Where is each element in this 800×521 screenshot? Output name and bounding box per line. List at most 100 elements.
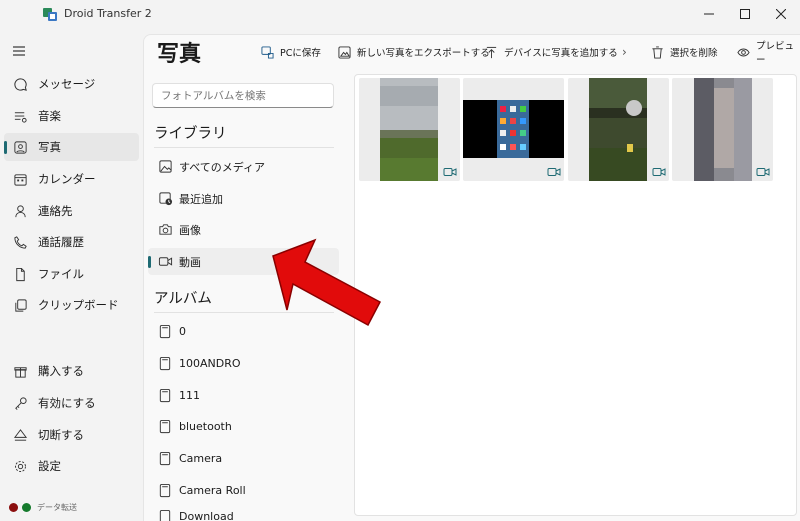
camera-icon (157, 222, 173, 238)
delete-selected-label: 選択を削除 (670, 48, 718, 59)
trash-icon (650, 45, 664, 59)
person-icon (12, 203, 28, 219)
library-item-label: すべてのメディア (179, 160, 266, 174)
sidebar-item-label: 購入する (38, 364, 84, 378)
album-book-icon (157, 451, 173, 467)
library-item-images[interactable]: 画像 (148, 216, 339, 243)
video-thumbnail (694, 78, 752, 181)
album-label: Camera Roll (179, 484, 246, 497)
music-icon (12, 108, 28, 124)
app-title: Droid Transfer 2 (64, 7, 152, 20)
album-item[interactable]: Camera Roll (148, 477, 339, 504)
media-tile[interactable] (568, 78, 669, 181)
albums-heading: アルバム (154, 291, 212, 307)
sidebar-item-calendar[interactable]: カレンダー (4, 165, 139, 193)
export-new-photos-label: 新しい写真をエクスポートする (357, 48, 490, 59)
video-thumbnail (380, 78, 438, 181)
minimize-icon (704, 13, 714, 15)
delete-selected-button[interactable]: 選択を削除 (650, 42, 718, 62)
album-book-icon (157, 356, 173, 372)
album-item[interactable]: Camera (148, 445, 339, 472)
app-logo-icon (43, 8, 57, 21)
video-thumbnail (589, 78, 647, 181)
video-icon (157, 254, 173, 270)
sidebar-item-messages[interactable]: メッセージ (4, 70, 139, 98)
more-toolbar-button[interactable]: › (622, 42, 627, 62)
album-item[interactable]: 111 (148, 382, 339, 409)
sidebar-item-contacts[interactable]: 連絡先 (4, 197, 139, 225)
library-item-label: 動画 (179, 255, 201, 269)
add-photos-to-device-button[interactable]: デバイスに写真を追加する (484, 42, 618, 62)
sidebar-item-label: 切断する (38, 428, 84, 442)
sidebar-item-photos[interactable]: 写真 (4, 133, 139, 161)
album-label: 0 (179, 325, 186, 338)
eye-icon (737, 45, 750, 59)
status-dot-green (22, 503, 31, 512)
recent-icon (157, 191, 173, 207)
album-item[interactable]: 0 (148, 318, 339, 345)
albums-divider (154, 312, 334, 313)
video-badge-icon (756, 168, 770, 176)
library-item-all-media[interactable]: すべてのメディア (148, 153, 339, 180)
album-label: 100ANDRO (179, 357, 241, 370)
sidebar-item-settings[interactable]: 設定 (4, 452, 139, 480)
save-to-pc-button[interactable]: PCに保存 (260, 42, 321, 62)
sidebar-item-activate[interactable]: 有効にする (4, 389, 139, 417)
library-divider (154, 147, 334, 148)
media-tile[interactable] (359, 78, 460, 181)
save-to-pc-label: PCに保存 (280, 48, 321, 59)
page-title: 写真 (157, 42, 202, 67)
close-button[interactable] (758, 0, 800, 28)
photo-icon (12, 139, 28, 155)
library-item-label: 画像 (179, 223, 201, 237)
sidebar-item-disconnect[interactable]: 切断する (4, 421, 139, 449)
sidebar-item-label: 連絡先 (38, 204, 73, 218)
album-book-icon (157, 508, 173, 521)
upload-arrow-icon (484, 45, 498, 59)
video-badge-icon (547, 168, 561, 176)
chevron-right-icon: › (622, 45, 627, 59)
sidebar-item-buy[interactable]: 購入する (4, 357, 139, 385)
sidebar-item-label: 有効にする (38, 396, 96, 410)
sidebar-item-music[interactable]: 音楽 (4, 102, 139, 130)
title-bar: Droid Transfer 2 (0, 0, 800, 28)
image-icon (157, 159, 173, 175)
clipboard-icon (12, 297, 28, 313)
sidebar-item-call-history[interactable]: 通話履歴 (4, 228, 139, 256)
save-pc-icon (260, 45, 274, 59)
hamburger-menu-icon[interactable] (10, 44, 28, 58)
library-item-recently-added[interactable]: 最近追加 (148, 185, 339, 212)
sidebar-item-clipboard[interactable]: クリップボード (4, 291, 139, 319)
sidebar-item-label: 音楽 (38, 109, 61, 123)
connection-status: データ転送 (9, 502, 77, 513)
gear-icon (12, 458, 28, 474)
calendar-icon (12, 171, 28, 187)
maximize-icon (740, 9, 750, 19)
export-new-photos-button[interactable]: 新しい写真をエクスポートする (337, 42, 490, 62)
sidebar-item-files[interactable]: ファイル (4, 260, 139, 288)
album-label: Camera (179, 452, 223, 465)
album-book-icon (157, 483, 173, 499)
file-icon (12, 266, 28, 282)
sidebar-item-label: 通話履歴 (38, 235, 84, 249)
video-badge-icon (443, 168, 457, 176)
sidebar-item-label: 写真 (38, 140, 61, 154)
status-label: データ転送 (37, 503, 77, 512)
sidebar-item-label: クリップボード (38, 298, 119, 312)
album-search-input[interactable] (152, 83, 334, 108)
media-tile[interactable] (463, 78, 564, 181)
album-book-icon (157, 419, 173, 435)
album-item[interactable]: bluetooth (148, 413, 339, 440)
sidebar-item-label: ファイル (38, 267, 84, 281)
album-item[interactable]: Download (148, 506, 339, 521)
library-item-videos[interactable]: 動画 (148, 248, 339, 275)
album-item[interactable]: 100ANDRO (148, 350, 339, 377)
library-heading: ライブラリ (154, 126, 227, 142)
sidebar-item-label: メッセージ (38, 77, 96, 91)
media-tile[interactable] (672, 78, 773, 181)
preview-button[interactable]: プレビュー (737, 41, 800, 66)
status-dot-red (9, 503, 18, 512)
phone-icon (12, 234, 28, 250)
album-book-icon (157, 388, 173, 404)
add-photos-to-device-label: デバイスに写真を追加する (504, 48, 618, 59)
